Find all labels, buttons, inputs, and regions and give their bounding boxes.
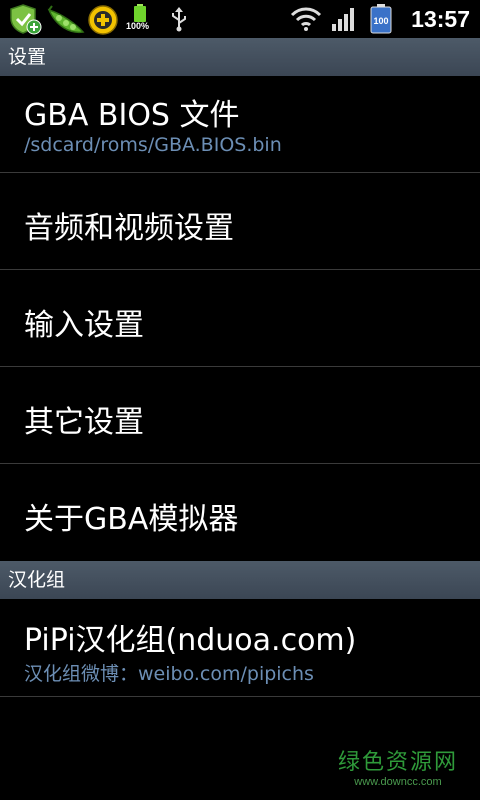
pref-title: 其它设置: [24, 405, 144, 440]
pref-item-bios[interactable]: GBA BIOS 文件 /sdcard/roms/GBA.BIOS.bin: [0, 76, 480, 173]
status-time: 13:57: [411, 6, 470, 32]
pref-summary: /sdcard/roms/GBA.BIOS.bin: [24, 134, 282, 156]
pref-title: 关于GBA模拟器: [24, 502, 239, 537]
watermark-brand: 绿色资源网: [337, 750, 458, 775]
plus-circle-icon: [88, 5, 118, 35]
pref-item-audio-video[interactable]: 音频和视频设置: [0, 173, 480, 270]
battery-percent-label: 100%: [126, 21, 150, 31]
battery-icon: [134, 4, 146, 22]
section-header-group: 汉化组: [0, 561, 480, 599]
battery-full-icon: 100: [370, 4, 392, 34]
shield-add-icon: [10, 4, 42, 35]
pref-title: 输入设置: [24, 308, 144, 343]
pref-summary: 汉化组微博：weibo.com/pipichs: [24, 663, 314, 685]
watermark-url: www.downcc.com: [354, 776, 442, 788]
pref-title: PiPi汉化组(nduoa.com): [24, 623, 357, 658]
wifi-icon: [290, 7, 322, 31]
pref-item-input[interactable]: 输入设置: [0, 270, 480, 367]
usb-icon: [172, 7, 186, 32]
status-bar: 100% 100 13:57: [0, 0, 480, 38]
pref-title: 音频和视频设置: [24, 211, 234, 246]
battery-badge-text: 100: [373, 16, 388, 26]
section-header-settings: 设置: [0, 38, 480, 76]
pref-item-about[interactable]: 关于GBA模拟器: [0, 464, 480, 561]
signal-icon: [332, 8, 354, 31]
pref-item-other[interactable]: 其它设置: [0, 367, 480, 464]
pref-item-group[interactable]: PiPi汉化组(nduoa.com) 汉化组微博：weibo.com/pipic…: [0, 599, 480, 697]
pea-pod-icon: [47, 5, 85, 34]
watermark: 绿色资源网 www.downcc.com: [338, 744, 458, 788]
pref-title: GBA BIOS 文件: [24, 98, 240, 133]
